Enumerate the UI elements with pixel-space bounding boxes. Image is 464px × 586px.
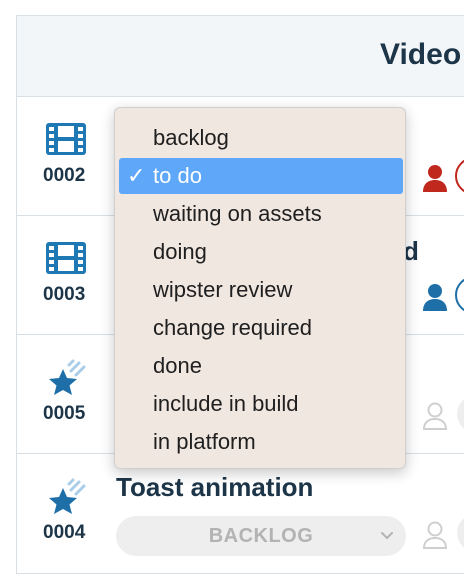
user-icon[interactable] [421, 163, 449, 193]
menu-item-to-do[interactable]: ✓ to do [119, 158, 403, 194]
table-header: Video [17, 16, 464, 97]
table-row[interactable]: 0004 Toast animation BACKLOG [17, 454, 464, 573]
user-outline-icon[interactable] [421, 401, 449, 431]
menu-item-label: change required [153, 315, 313, 340]
menu-item-backlog[interactable]: backlog [119, 120, 403, 156]
menu-item-label: doing [153, 239, 207, 264]
status-value: BACKLOG [208, 525, 314, 547]
chevron-down-icon [381, 532, 393, 539]
menu-item-in-platform[interactable]: in platform [119, 424, 403, 460]
menu-item-label: backlog [153, 125, 229, 150]
page: Video 0002 0003 d 0005 0004 Toast animat… [0, 0, 464, 586]
checkmark-icon: ✓ [127, 163, 146, 188]
menu-item-label: include in build [153, 391, 299, 416]
task-title[interactable]: Toast animation [116, 472, 313, 503]
task-id: 0004 [43, 522, 86, 543]
column-title: Video [380, 38, 462, 71]
menu-item-change-required[interactable]: change required [119, 310, 403, 346]
status-select[interactable]: BACKLOG [116, 516, 406, 556]
shooting-star-icon [49, 478, 86, 514]
task-id: 0003 [43, 284, 86, 305]
task-id: 0005 [43, 403, 86, 424]
menu-item-include-in-build[interactable]: include in build [119, 386, 403, 422]
menu-item-wipster-review[interactable]: wipster review [119, 272, 403, 308]
menu-item-waiting-on-assets[interactable]: waiting on assets [119, 196, 403, 232]
menu-item-label: wipster review [153, 277, 293, 302]
menu-item-label: done [153, 353, 202, 378]
menu-item-label: to do [153, 163, 202, 188]
menu-item-label: waiting on assets [153, 201, 322, 226]
menu-item-label: in platform [153, 429, 256, 454]
avatar[interactable] [455, 157, 464, 195]
avatar[interactable] [457, 514, 464, 552]
task-id: 0002 [43, 165, 86, 186]
status-dropdown-menu: backlog ✓ to do waiting on assets doing … [114, 107, 406, 469]
film-icon [46, 123, 86, 155]
shooting-star-icon [49, 359, 86, 395]
avatar[interactable] [457, 395, 464, 433]
menu-item-done[interactable]: done [119, 348, 403, 384]
menu-item-doing[interactable]: doing [119, 234, 403, 270]
film-icon [46, 242, 86, 274]
avatar[interactable] [455, 276, 464, 314]
user-outline-icon[interactable] [421, 520, 449, 550]
user-icon[interactable] [421, 282, 449, 312]
